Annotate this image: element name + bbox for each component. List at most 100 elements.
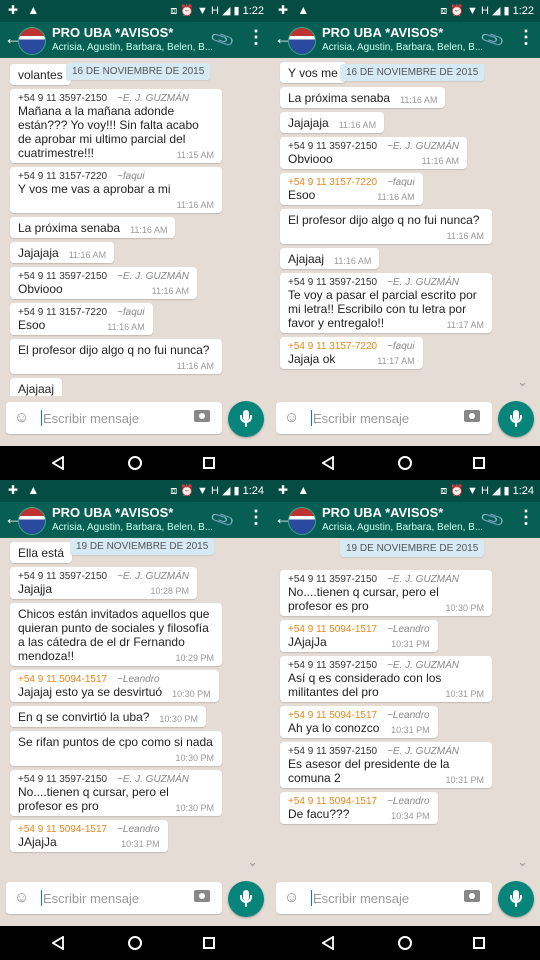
message-bubble[interactable]: +54 9 11 5094-1517 ~Leandro JAjajJa 10:31 P… [280,620,438,652]
group-avatar[interactable] [18,507,46,535]
message-bubble[interactable]: Ajajaaj [10,378,63,396]
more-options-icon[interactable]: ⋮ [247,28,265,46]
message-bubble[interactable]: Ella está [10,542,73,563]
scroll-down-icon[interactable]: ⌄ [247,854,258,870]
group-members[interactable]: Acrisia, Agustin, Barbara, Belen, B... [52,42,212,53]
more-options-icon[interactable]: ⋮ [247,508,265,526]
message-bubble[interactable]: El profesor dijo algo q no fui nunca? 11:… [280,209,492,244]
nav-home-icon[interactable] [398,456,412,470]
group-avatar[interactable] [18,27,46,55]
nav-back-icon[interactable] [52,936,64,950]
message-bubble[interactable]: +54 9 11 3597-2150 ~E. J. GUZMÁN Obviooo 11… [10,267,198,299]
group-title[interactable]: PRO UBA *AVISOS* [322,25,443,40]
message-bubble[interactable]: +54 9 11 3597-2150 ~E. J. GUZMÁN Así q es … [280,656,492,702]
message-bubble[interactable]: +54 9 11 3597-2150 ~E. J. GUZMÁN Jajajja 10… [10,567,198,599]
message-bubble[interactable]: +54 9 11 3597-2150 ~E. J. GUZMÁN Es asesor… [280,742,492,788]
microphone-button[interactable] [228,881,264,917]
camera-icon[interactable] [194,890,210,902]
message-bubble[interactable]: La próxima senaba 11:16 AM [10,217,176,238]
message-bubble[interactable]: +54 9 11 5094-1517 ~Leandro De facu??? 10:3… [280,792,438,824]
nav-home-icon[interactable] [398,936,412,950]
microphone-button[interactable] [498,401,534,437]
microphone-stand [510,415,522,423]
message-bubble[interactable]: Chicos están invitados aquellos que quie… [10,603,222,666]
message-input-placeholder[interactable]: Escribir mensaje [43,411,139,426]
message-bubble[interactable]: Y vos me [280,62,346,83]
more-options-icon[interactable]: ⋮ [517,28,535,46]
nav-back-icon[interactable] [52,456,64,470]
message-bubble[interactable]: +54 9 11 3597-2150 ~E. J. GUZMÁN Obviooo 11… [280,137,468,169]
scroll-down-icon[interactable]: ⌄ [517,854,528,870]
message-list[interactable]: Y vos me La próxima senaba 11:16 AM Jajajaj… [270,58,540,396]
status-time: 1:24 [242,485,264,497]
message-sender: +54 9 11 5094-1517 ~Leandro [18,674,211,685]
nav-recents-icon[interactable] [473,457,485,469]
nav-recents-icon[interactable] [203,937,215,949]
nav-back-icon[interactable] [322,456,334,470]
message-bubble[interactable]: En q se convirtió la uba? 10:30 PM [10,706,206,727]
message-sender: +54 9 11 3597-2150 ~E. J. GUZMÁN [18,93,214,104]
message-input-placeholder[interactable]: Escribir mensaje [313,411,409,426]
group-title[interactable]: PRO UBA *AVISOS* [52,505,173,520]
attach-icon[interactable]: 📎 [209,506,236,533]
message-input[interactable]: ☺ Escribir mensaje [6,402,222,434]
message-bubble[interactable]: +54 9 11 3157-7220 ~faqui Esoo 11:16 AM [10,303,153,335]
message-bubble[interactable]: Jajajaja 11:16 AM [10,242,115,263]
emoji-icon[interactable]: ☺ [284,889,299,906]
nav-recents-icon[interactable] [203,457,215,469]
microphone-button[interactable] [498,881,534,917]
group-members[interactable]: Acrisia, Agustin, Barbara, Belen, B... [52,522,212,533]
camera-icon[interactable] [464,410,480,422]
chat-header: ← PRO UBA *AVISOS* Acrisia, Agustin, Barba… [270,502,540,538]
message-bubble[interactable]: El profesor dijo algo q no fui nunca? 11:… [10,339,222,374]
nav-back-icon[interactable] [322,936,334,950]
message-bubble[interactable]: +54 9 11 5094-1517 ~Leandro JAjajJa 10:31 P… [10,820,168,852]
message-bubble[interactable]: volantes [10,64,71,85]
message-bubble[interactable]: +54 9 11 3157-7220 ~faqui Esoo 11:16 AM [280,173,423,205]
nav-home-icon[interactable] [128,936,142,950]
group-avatar[interactable] [288,507,316,535]
message-text: Jajajja [18,582,53,596]
text-cursor [311,410,312,426]
group-avatar[interactable] [288,27,316,55]
message-bubble[interactable]: +54 9 11 3597-2150 ~E. J. GUZMÁN No....tie… [10,770,222,816]
message-bubble[interactable]: Ajajaaj 11:16 AM [280,248,380,269]
message-bubble[interactable]: +54 9 11 3597-2150 ~E. J. GUZMÁN No....tie… [280,570,492,616]
emoji-icon[interactable]: ☺ [14,409,29,426]
message-input[interactable]: ☺ Escribir mensaje [276,402,492,434]
message-input-placeholder[interactable]: Escribir mensaje [313,891,409,906]
nav-home-icon[interactable] [128,456,142,470]
message-input-placeholder[interactable]: Escribir mensaje [43,891,139,906]
more-options-icon[interactable]: ⋮ [517,508,535,526]
scroll-down-icon[interactable]: ⌄ [517,374,528,390]
message-input[interactable]: ☺ Escribir mensaje [276,882,492,914]
message-input[interactable]: ☺ Escribir mensaje [6,882,222,914]
message-list[interactable]: +54 9 11 3597-2150 ~E. J. GUZMÁN No....tie… [270,538,540,876]
message-bubble[interactable]: Jajajaja 11:16 AM [280,112,385,133]
message-bubble[interactable]: +54 9 11 3157-7220 ~faqui Jajaja ok 11:17 A… [280,337,423,369]
emoji-icon[interactable]: ☺ [284,409,299,426]
message-bubble[interactable]: +54 9 11 3597-2150 ~E. J. GUZMÁN Mañana a … [10,89,222,163]
group-members[interactable]: Acrisia, Agustin, Barbara, Belen, B... [322,42,482,53]
camera-icon[interactable] [464,890,480,902]
attach-icon[interactable]: 📎 [209,26,236,53]
message-bubble[interactable]: +54 9 11 3597-2150 ~E. J. GUZMÁN Te voy a … [280,273,492,333]
group-members[interactable]: Acrisia, Agustin, Barbara, Belen, B... [322,522,482,533]
message-bubble[interactable]: +54 9 11 5094-1517 ~Leandro Ah ya lo conoz… [280,706,438,738]
message-list[interactable]: volantes +54 9 11 3597-2150 ~E. J. GUZMÁN M… [0,58,270,396]
attach-icon[interactable]: 📎 [479,506,506,533]
message-bubble[interactable]: Se rifan puntos de cpo como si nada 10:30… [10,731,222,766]
attach-icon[interactable]: 📎 [479,26,506,53]
message-text: La próxima senaba [288,91,391,105]
message-bubble[interactable]: +54 9 11 3157-7220 ~faqui Y vos me vas a a… [10,167,222,213]
message-bubble[interactable]: +54 9 11 5094-1517 ~Leandro Jajajaj esto y… [10,670,219,702]
group-title[interactable]: PRO UBA *AVISOS* [52,25,173,40]
emoji-icon[interactable]: ☺ [14,889,29,906]
message-bubble[interactable]: La próxima senaba 11:16 AM [280,87,446,108]
microphone-button[interactable] [228,401,264,437]
group-title[interactable]: PRO UBA *AVISOS* [322,505,443,520]
message-list[interactable]: Ella está +54 9 11 3597-2150 ~E. J. GUZMÁN… [0,538,270,876]
camera-icon[interactable] [194,410,210,422]
nav-recents-icon[interactable] [473,937,485,949]
message-content: Jajajaja 11:16 AM [18,246,106,260]
